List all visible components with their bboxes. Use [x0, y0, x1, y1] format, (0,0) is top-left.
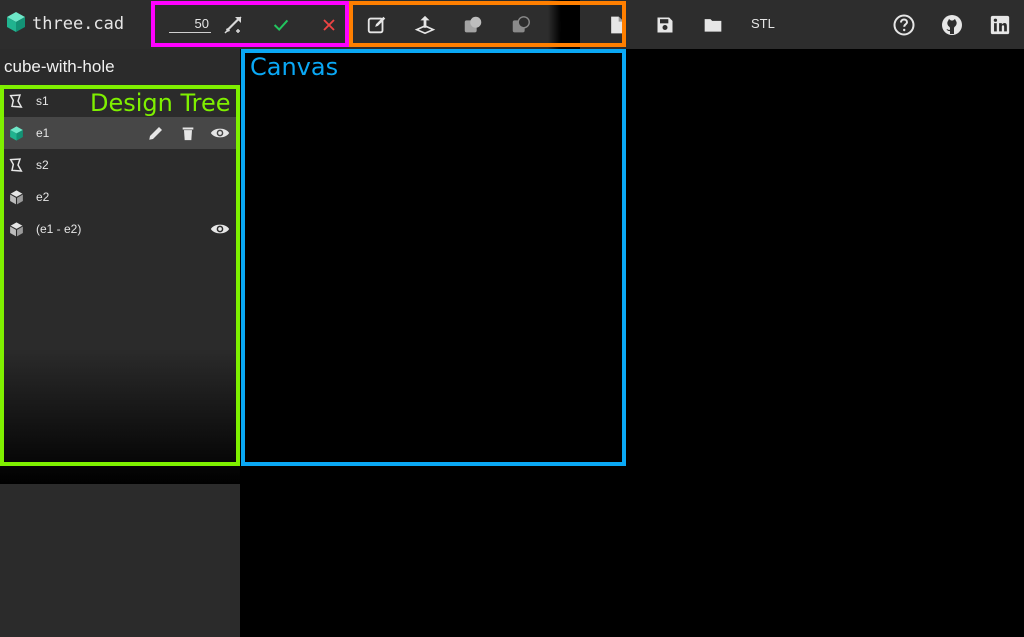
confirm-button[interactable]: [269, 13, 293, 37]
edit-icon: [149, 127, 162, 140]
canvas-label: Canvas: [250, 53, 339, 81]
visibility-toggle[interactable]: [204, 117, 236, 149]
tree-item-label: s1: [36, 94, 49, 108]
app-title: three.cad: [32, 14, 125, 34]
linkedin-button[interactable]: [988, 13, 1012, 37]
tree-item-s2[interactable]: s2: [4, 149, 236, 181]
new-file-button[interactable]: [605, 13, 629, 37]
github-button[interactable]: [940, 13, 964, 37]
eye-icon: [210, 224, 230, 234]
help-button[interactable]: [892, 13, 916, 37]
tree-item-e1-minus-e2[interactable]: (e1 - e2): [4, 213, 236, 245]
open-file-button[interactable]: [701, 13, 725, 37]
tree-item-label: s2: [36, 158, 49, 172]
visibility-toggle[interactable]: [204, 213, 236, 245]
design-tree-label: Design Tree: [90, 89, 231, 117]
flip-direction-button[interactable]: [221, 13, 245, 37]
new-file-icon: [611, 16, 624, 34]
extrude-depth-input[interactable]: [169, 14, 211, 33]
folder-icon: [704, 19, 722, 32]
edit-square-icon: [367, 16, 386, 34]
cancel-button[interactable]: [317, 13, 341, 37]
union-icon: [464, 16, 482, 33]
brand[interactable]: three.cad: [6, 11, 124, 37]
tree-item-label: e2: [36, 190, 50, 204]
sidebar-fade: [0, 349, 240, 484]
canvas[interactable]: [240, 49, 1024, 637]
solid-icon: [4, 221, 28, 238]
new-sketch-button[interactable]: [365, 13, 389, 37]
union-button[interactable]: [461, 13, 485, 37]
linkedin-icon: [990, 15, 1010, 35]
save-icon: [657, 17, 673, 33]
save-button[interactable]: [653, 13, 677, 37]
delete-button[interactable]: [172, 117, 204, 149]
tree-item-e1[interactable]: e1: [4, 117, 236, 149]
flip-icon: [224, 16, 242, 34]
row-actions: [204, 213, 236, 245]
subtract-button[interactable]: [509, 13, 533, 37]
export-stl-button[interactable]: STL: [751, 16, 775, 31]
solid-icon: [4, 189, 28, 206]
subtract-icon: [512, 16, 530, 33]
tree-item-label: (e1 - e2): [36, 222, 82, 236]
sidebar: cube-with-hole s1 e1 s2 e2 (e1 - e2): [0, 49, 240, 637]
close-icon: [323, 19, 335, 31]
sidebar-lower: [0, 484, 240, 637]
tree-item-label: e1: [36, 126, 50, 140]
extrude-button[interactable]: [413, 13, 437, 37]
top-bar: three.cad 50 STL: [0, 0, 1024, 49]
sketch-icon: [4, 93, 28, 109]
github-icon: [942, 15, 962, 35]
edit-button[interactable]: [140, 117, 172, 149]
eye-icon: [210, 128, 230, 138]
solid-icon: [4, 125, 28, 142]
cube-logo-icon: [6, 11, 26, 37]
trash-icon: [182, 127, 194, 140]
sketch-icon: [4, 157, 28, 173]
project-name: cube-with-hole: [4, 57, 115, 76]
toolbar-overlay: [548, 0, 580, 49]
help-icon: [893, 14, 915, 36]
check-icon: [273, 19, 289, 32]
extrude-icon: [414, 15, 436, 35]
row-actions: [140, 117, 236, 149]
tree-item-e2[interactable]: e2: [4, 181, 236, 213]
